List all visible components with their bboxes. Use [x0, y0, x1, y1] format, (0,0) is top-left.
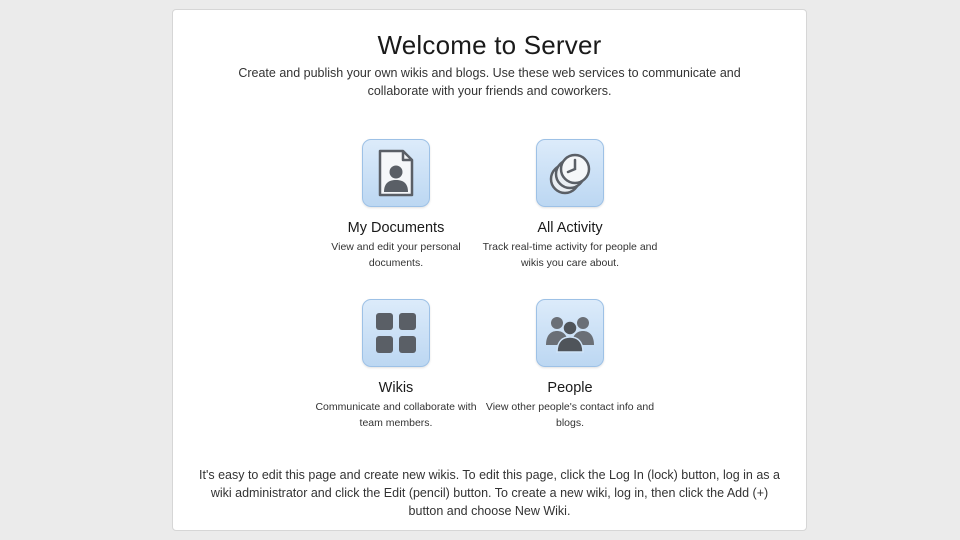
- wikis-title[interactable]: Wikis: [306, 379, 486, 397]
- document-person-icon: [378, 149, 414, 197]
- people-description: View other people's contact info and blo…: [485, 401, 655, 429]
- people-icon-tile[interactable]: [536, 299, 604, 367]
- all-activity-icon-tile[interactable]: [536, 139, 604, 207]
- my-documents-title[interactable]: My Documents: [306, 219, 486, 237]
- people-group-icon: [546, 317, 594, 353]
- all-activity-title[interactable]: All Activity: [480, 219, 660, 237]
- wikis-tile[interactable]: Wikis Communicate and collaborate with t…: [306, 299, 486, 431]
- people-title[interactable]: People: [480, 379, 660, 397]
- my-documents-tile[interactable]: My Documents View and edit your personal…: [306, 139, 486, 271]
- page-title: Welcome to Server: [377, 30, 602, 60]
- wikis-description: Communicate and collaborate with team me…: [315, 401, 477, 429]
- page-subtitle: Create and publish your own wikis and bl…: [238, 66, 741, 98]
- people-tile[interactable]: People View other people's contact info …: [480, 299, 660, 431]
- all-activity-tile[interactable]: All Activity Track real-time activity fo…: [480, 139, 660, 271]
- wikis-icon-tile[interactable]: [362, 299, 430, 367]
- welcome-panel: Welcome to Server Create and publish you…: [172, 9, 807, 531]
- my-documents-icon-tile[interactable]: [362, 139, 430, 207]
- activity-clock-icon: [549, 153, 591, 195]
- all-activity-description: Track real-time activity for people and …: [482, 241, 658, 269]
- my-documents-description: View and edit your personal documents.: [331, 241, 461, 269]
- wiki-grid-icon: [376, 313, 416, 353]
- help-text: It's easy to edit this page and create n…: [199, 468, 780, 518]
